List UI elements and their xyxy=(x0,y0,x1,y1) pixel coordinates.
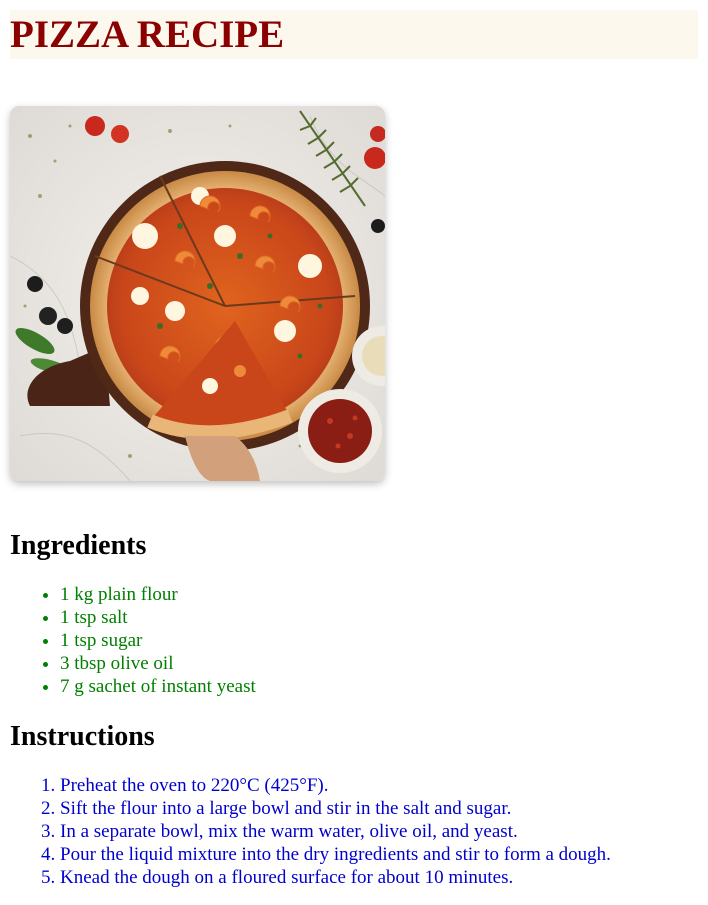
recipe-page: PIZZA RECIPE Ingredients • 1 kg plain fl… xyxy=(0,0,708,889)
instruction-step: Pour the liquid mixture into the dry ing… xyxy=(60,843,698,866)
ingredient-item: 1 tsp sugar xyxy=(60,629,698,652)
instructions-heading: Instructions xyxy=(10,721,155,752)
instruction-step: In a separate bowl, mix the warm water, … xyxy=(60,820,698,843)
ingredient-item: 1 kg plain flour xyxy=(60,583,698,606)
ingredients-list: 1 kg plain flour 1 tsp salt 1 tsp sugar … xyxy=(10,583,698,698)
title-banner: PIZZA RECIPE xyxy=(10,10,698,59)
ingredient-item: 3 tbsp olive oil xyxy=(60,652,698,675)
ingredient-item: 1 tsp salt xyxy=(60,606,698,629)
ingredients-heading: Ingredients xyxy=(10,530,147,561)
ingredient-item: 7 g sachet of instant yeast xyxy=(60,675,698,698)
instruction-step: Sift the flour into a large bowl and sti… xyxy=(60,797,698,820)
page-title: PIZZA RECIPE xyxy=(10,13,285,56)
instruction-step: Knead the dough on a floured surface for… xyxy=(60,866,698,889)
pizza-photo xyxy=(10,106,385,481)
instructions-list: Preheat the oven to 220°C (425°F). Sift … xyxy=(10,774,698,889)
instruction-step: Preheat the oven to 220°C (425°F). xyxy=(60,774,698,797)
